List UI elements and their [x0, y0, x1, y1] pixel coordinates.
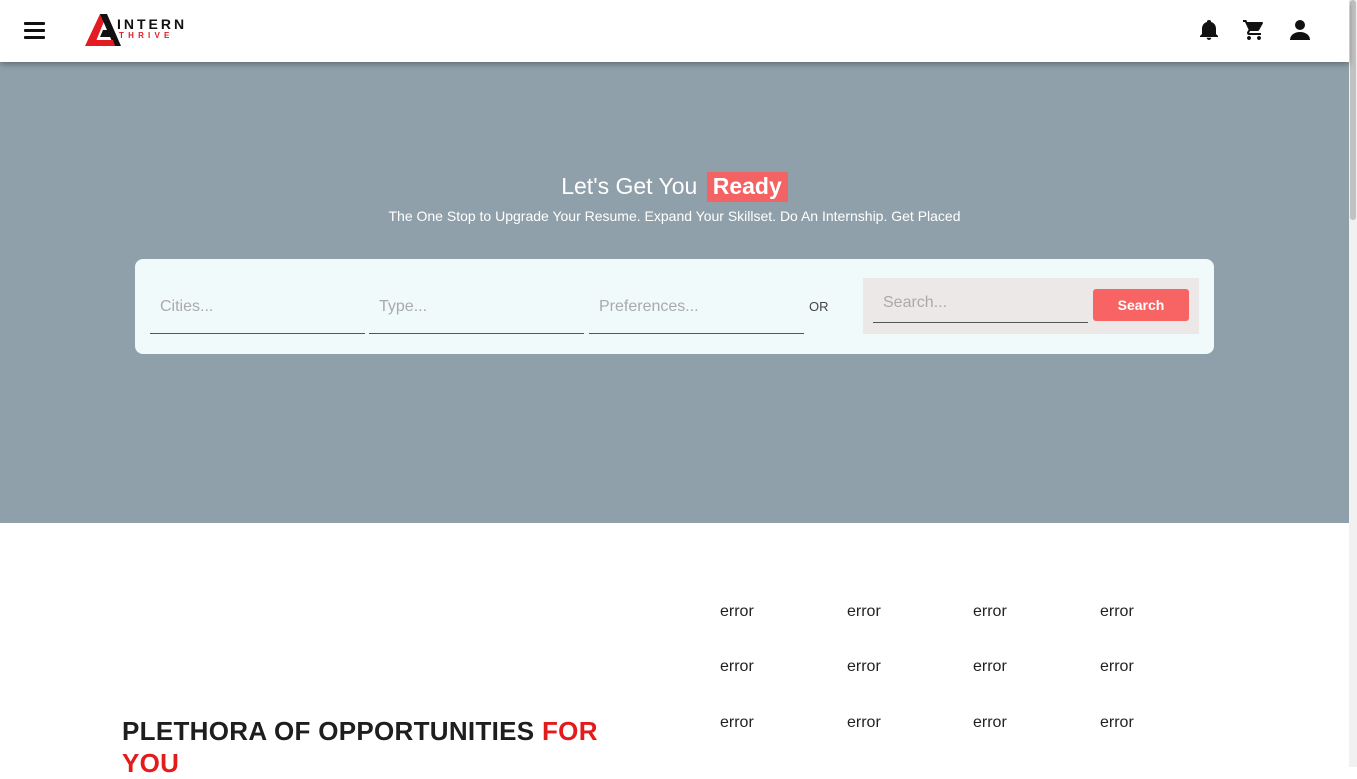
hero-title-highlight: Ready [706, 172, 788, 202]
search-box: Search [863, 278, 1199, 334]
logo-text-intern: INTERN [117, 16, 188, 32]
preferences-input[interactable] [589, 280, 804, 333]
broken-image: error [973, 714, 1007, 731]
bell-icon[interactable] [1197, 18, 1221, 42]
search-input[interactable] [873, 284, 1088, 322]
broken-image: error [1100, 714, 1134, 731]
type-input[interactable] [369, 280, 584, 333]
hamburger-menu-icon[interactable] [24, 22, 45, 39]
broken-image: error [1100, 658, 1134, 675]
opportunities-heading-main: PLETHORA OF OPPORTUNITIES [122, 716, 535, 746]
top-navbar: INTERN THRIVE [0, 0, 1349, 62]
search-field[interactable] [873, 284, 1088, 323]
preferences-field[interactable] [589, 280, 804, 334]
hero-title-prefix: Let's Get You [561, 173, 698, 199]
type-field[interactable] [369, 280, 584, 334]
cart-icon[interactable] [1242, 18, 1266, 42]
logo-text-thrive: THRIVE [119, 31, 174, 40]
scrollbar-thumb[interactable] [1350, 0, 1356, 220]
broken-image: error [847, 603, 881, 620]
cities-input[interactable] [150, 280, 365, 333]
search-card: OR Search [135, 259, 1214, 354]
broken-image: error [973, 658, 1007, 675]
broken-image: error [973, 603, 1007, 620]
cities-field[interactable] [150, 280, 365, 334]
or-label: OR [809, 299, 829, 314]
user-icon[interactable] [1288, 18, 1312, 42]
page-scrollbar[interactable] [1349, 0, 1357, 767]
hero-title: Let's Get You Ready [0, 172, 1349, 202]
intern-thrive-logo[interactable]: INTERN THRIVE [83, 12, 198, 48]
broken-image: error [720, 603, 754, 620]
hero-subtitle: The One Stop to Upgrade Your Resume. Exp… [388, 208, 961, 224]
hamburger-bar [24, 29, 45, 32]
hamburger-bar [24, 22, 45, 25]
opportunities-section: PLETHORA OF OPPORTUNITIES FOR YOU error … [0, 523, 1349, 778]
search-button[interactable]: Search [1093, 289, 1189, 321]
broken-image: error [720, 714, 754, 731]
broken-image: error [720, 658, 754, 675]
broken-image: error [847, 658, 881, 675]
hamburger-bar [24, 36, 45, 39]
hero-section: Let's Get You Ready The One Stop to Upgr… [0, 62, 1349, 523]
broken-image: error [1100, 603, 1134, 620]
broken-image: error [847, 714, 881, 731]
opportunities-heading: PLETHORA OF OPPORTUNITIES FOR YOU [122, 715, 622, 779]
